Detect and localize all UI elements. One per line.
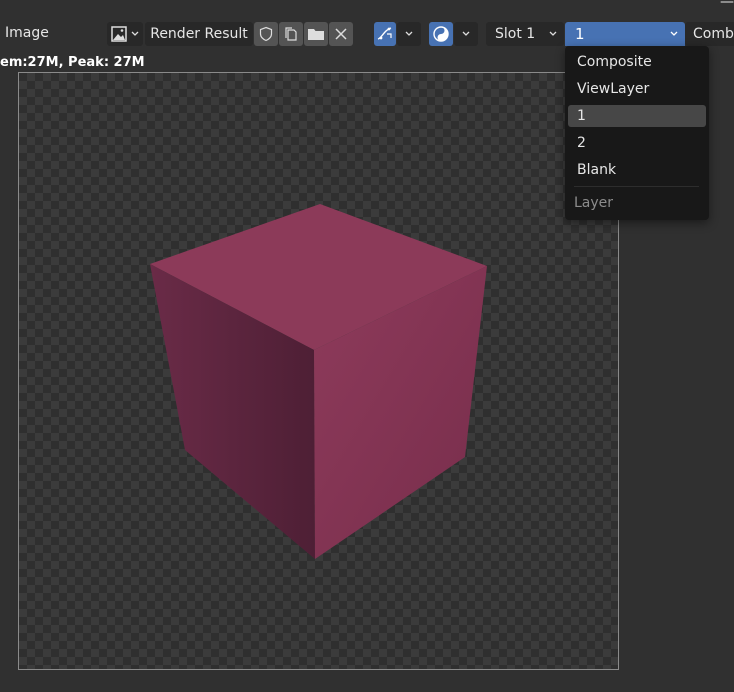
layer-option-label: ViewLayer bbox=[577, 81, 650, 97]
chevron-down-icon bbox=[462, 31, 470, 36]
layer-option-1[interactable]: 1 bbox=[568, 105, 706, 127]
layer-option-2[interactable]: 2 bbox=[568, 132, 706, 154]
duplicate-icon bbox=[285, 27, 297, 41]
dropdown-title: Layer bbox=[574, 195, 614, 211]
chevron-down-icon bbox=[549, 31, 557, 36]
layer-option-blank[interactable]: Blank bbox=[568, 159, 706, 181]
slot-select[interactable]: Slot 1 bbox=[486, 22, 564, 46]
curve-icon bbox=[377, 27, 392, 40]
chevron-down-icon bbox=[405, 31, 413, 36]
slot-label: Slot 1 bbox=[495, 26, 536, 42]
pass-select[interactable]: Combi bbox=[685, 22, 734, 46]
close-icon bbox=[335, 28, 347, 40]
layer-selected-label: 1 bbox=[575, 25, 585, 43]
layer-option-viewlayer[interactable]: ViewLayer bbox=[568, 78, 706, 100]
layer-option-label: Composite bbox=[577, 54, 652, 70]
layer-dropdown-menu: Composite ViewLayer 1 2 Blank Layer bbox=[565, 46, 709, 220]
shield-icon bbox=[259, 26, 273, 42]
chevron-down-icon bbox=[131, 31, 139, 36]
layer-option-label: Blank bbox=[577, 162, 617, 178]
layer-option-composite[interactable]: Composite bbox=[568, 51, 706, 73]
image-name-field[interactable]: Render Result bbox=[145, 22, 253, 46]
fake-user-button[interactable] bbox=[254, 22, 278, 46]
image-viewport[interactable] bbox=[18, 72, 619, 670]
image-name: Render Result bbox=[150, 26, 248, 42]
open-image-button[interactable] bbox=[304, 22, 328, 46]
curves-view-dropdown[interactable] bbox=[397, 22, 421, 46]
display-channels-dropdown[interactable] bbox=[454, 22, 478, 46]
chevron-down-icon bbox=[670, 31, 678, 36]
curves-view-button[interactable] bbox=[374, 22, 396, 46]
layer-select[interactable]: 1 bbox=[565, 22, 685, 46]
render-preview bbox=[150, 204, 487, 559]
layer-option-label: 2 bbox=[577, 135, 586, 151]
layer-option-label: 1 bbox=[577, 108, 586, 124]
image-browse-button[interactable] bbox=[107, 22, 143, 46]
image-menu[interactable]: Image bbox=[5, 25, 49, 41]
image-icon bbox=[111, 26, 127, 42]
duplicate-image-button[interactable] bbox=[279, 22, 303, 46]
unlink-image-button[interactable] bbox=[329, 22, 353, 46]
color-channels-icon bbox=[433, 26, 449, 42]
display-channels-button[interactable] bbox=[429, 22, 453, 46]
image-editor-header: Image Render Result Slot 1 1 Combi — bbox=[0, 0, 734, 52]
window-minimize-glyph: — bbox=[720, 0, 734, 10]
memory-status: em:27M, Peak: 27M bbox=[0, 55, 145, 70]
pass-label: Combi bbox=[693, 26, 734, 42]
folder-icon bbox=[308, 29, 324, 40]
dropdown-divider bbox=[574, 186, 699, 187]
